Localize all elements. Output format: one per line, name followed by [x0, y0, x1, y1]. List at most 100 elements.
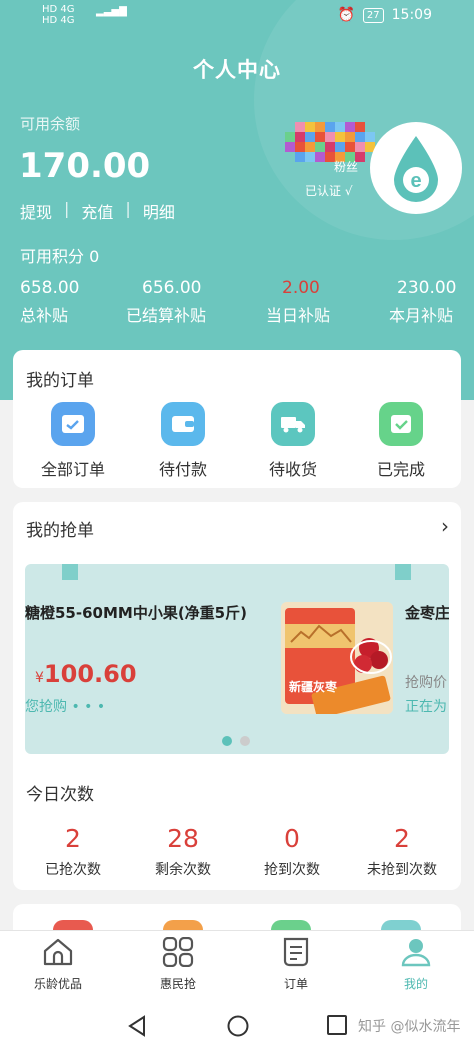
page-title: 个人中心: [193, 58, 281, 82]
mosaic-tile: [355, 132, 365, 142]
mosaic-tile: [295, 132, 305, 142]
clock: 15:09: [391, 7, 432, 23]
stat-today[interactable]: 2.00 当日补贴: [266, 278, 330, 326]
count-value: 2: [394, 824, 410, 853]
home-icon: [43, 938, 73, 966]
mosaic-tile: [355, 122, 365, 132]
home-circle-icon[interactable]: [226, 1014, 250, 1038]
count-label: 未抢到次数: [367, 862, 437, 878]
order-completed[interactable]: 已完成: [351, 402, 451, 480]
balance-links: 提现 | 充值 | 明细: [20, 199, 175, 223]
order-label: 全部订单: [40, 460, 105, 479]
count-grabbed: 2 已抢次数: [17, 824, 129, 879]
signal-text-1: HD 4G: [42, 4, 75, 15]
mosaic-tile: [335, 132, 345, 142]
product-price: ¥100.60: [35, 660, 137, 688]
dates-package-image: [281, 602, 393, 714]
subsidy-stats: 658.00 总补贴 656.00 已结算补贴 2.00 当日补贴 230.00…: [0, 278, 474, 328]
next-product-price-label: 抢购价: [405, 675, 447, 691]
mosaic-tile: [325, 132, 335, 142]
carousel-dot[interactable]: [240, 736, 250, 746]
withdraw-link[interactable]: 提现: [20, 199, 52, 223]
count-missed: 2 未抢到次数: [346, 824, 458, 879]
watermark: 知乎 @似水流年: [358, 1019, 461, 1035]
mosaic-tile: [325, 122, 335, 132]
count-value: 0: [284, 824, 300, 853]
chevron-right-icon[interactable]: ›: [441, 514, 449, 538]
link-separator: |: [125, 199, 131, 218]
order-pending-payment[interactable]: 待付款: [133, 402, 233, 480]
stat-settled[interactable]: 656.00 已结算补贴: [126, 278, 206, 326]
grab-hint: 您抢购 • • •: [25, 699, 106, 715]
mosaic-tile: [315, 132, 325, 142]
tab-grab[interactable]: 惠民抢: [128, 936, 228, 992]
order-pending-delivery[interactable]: 待收货: [243, 402, 343, 480]
mosaic-tile: [305, 152, 315, 162]
alarm-icon: ⏰: [337, 7, 355, 23]
fans-label: 粉丝: [334, 160, 359, 174]
mosaic-tile: [285, 132, 295, 142]
tab-label: 订单: [283, 977, 308, 991]
mosaic-tile: [315, 142, 325, 152]
mosaic-tile: [335, 142, 345, 152]
grab-carousel[interactable]: 糖橙55-60MM中小果(净重5斤) ¥100.60 您抢购 • • • 新疆灰…: [25, 564, 449, 754]
order-label: 待收货: [268, 460, 317, 479]
mosaic-tile: [305, 122, 315, 132]
mosaic-tile: [295, 142, 305, 152]
tab-mine[interactable]: 我的: [366, 937, 466, 992]
stat-label: 本月补贴: [389, 306, 454, 325]
grid-icon: [162, 936, 194, 968]
check-icon: [379, 402, 423, 446]
carousel-dots: [222, 736, 250, 746]
stat-label: 当日补贴: [266, 306, 331, 325]
count-label: 已抢次数: [45, 862, 101, 878]
details-link[interactable]: 明细: [143, 199, 175, 223]
link-separator: |: [64, 199, 70, 218]
product-name: 糖橙55-60MM中小果(净重5斤): [25, 604, 247, 622]
mosaic-tile: [305, 132, 315, 142]
next-product-status: 正在为: [405, 699, 447, 715]
back-icon[interactable]: [126, 1014, 148, 1038]
tab-orders[interactable]: 订单: [246, 937, 346, 992]
battery-indicator: 27: [362, 7, 384, 23]
svg-text:e: e: [410, 170, 421, 192]
count-label: 剩余次数: [155, 862, 211, 878]
product-image[interactable]: 新疆灰枣: [281, 602, 393, 714]
tab-home[interactable]: 乐龄优品: [8, 937, 108, 992]
mosaic-tile: [315, 152, 325, 162]
carousel-dot-active[interactable]: [222, 736, 232, 746]
stat-label: 总补贴: [20, 306, 69, 325]
mosaic-tile: [345, 122, 355, 132]
stat-value: 658.00: [20, 278, 80, 298]
truck-icon: [271, 402, 315, 446]
image-caption: 新疆灰枣: [289, 680, 338, 694]
mosaic-tile: [345, 132, 355, 142]
next-product-name: 金枣庄: [405, 604, 449, 622]
order-all[interactable]: 全部订单: [23, 402, 123, 480]
signal-indicator: HD 4G HD 4G: [42, 4, 75, 26]
wallet-icon: [161, 402, 205, 446]
mosaic-tile: [345, 142, 355, 152]
banner-tab-right: [395, 564, 411, 580]
mosaic-tile: [295, 152, 305, 162]
orders-card: 我的订单 全部订单 待付款 待收货 已完成: [13, 350, 461, 488]
count-remaining: 28 剩余次数: [127, 824, 239, 879]
today-title: 今日次数: [26, 785, 94, 805]
stat-total[interactable]: 658.00 总补贴: [20, 278, 79, 326]
water-drop-logo-icon: e: [394, 136, 438, 202]
mosaic-tile: [305, 142, 315, 152]
fans-badge[interactable]: [285, 122, 375, 162]
bottom-tab-bar: 乐龄优品 惠民抢 订单 我的: [0, 930, 474, 1000]
stat-value: 2.00: [282, 278, 320, 298]
recents-icon[interactable]: [326, 1014, 348, 1036]
avatar[interactable]: e: [370, 122, 462, 214]
tab-label: 惠民抢: [159, 977, 196, 991]
balance-label: 可用余额: [20, 115, 81, 133]
recharge-link[interactable]: 充值: [81, 199, 113, 223]
signal-bars-icon: ▂▃▅▇: [96, 6, 127, 17]
grab-title: 我的抢单: [26, 521, 94, 541]
document-icon: [283, 937, 309, 967]
stat-month[interactable]: 230.00 本月补贴: [389, 278, 456, 326]
mosaic-tile: [295, 122, 305, 132]
mosaic-tile: [315, 122, 325, 132]
